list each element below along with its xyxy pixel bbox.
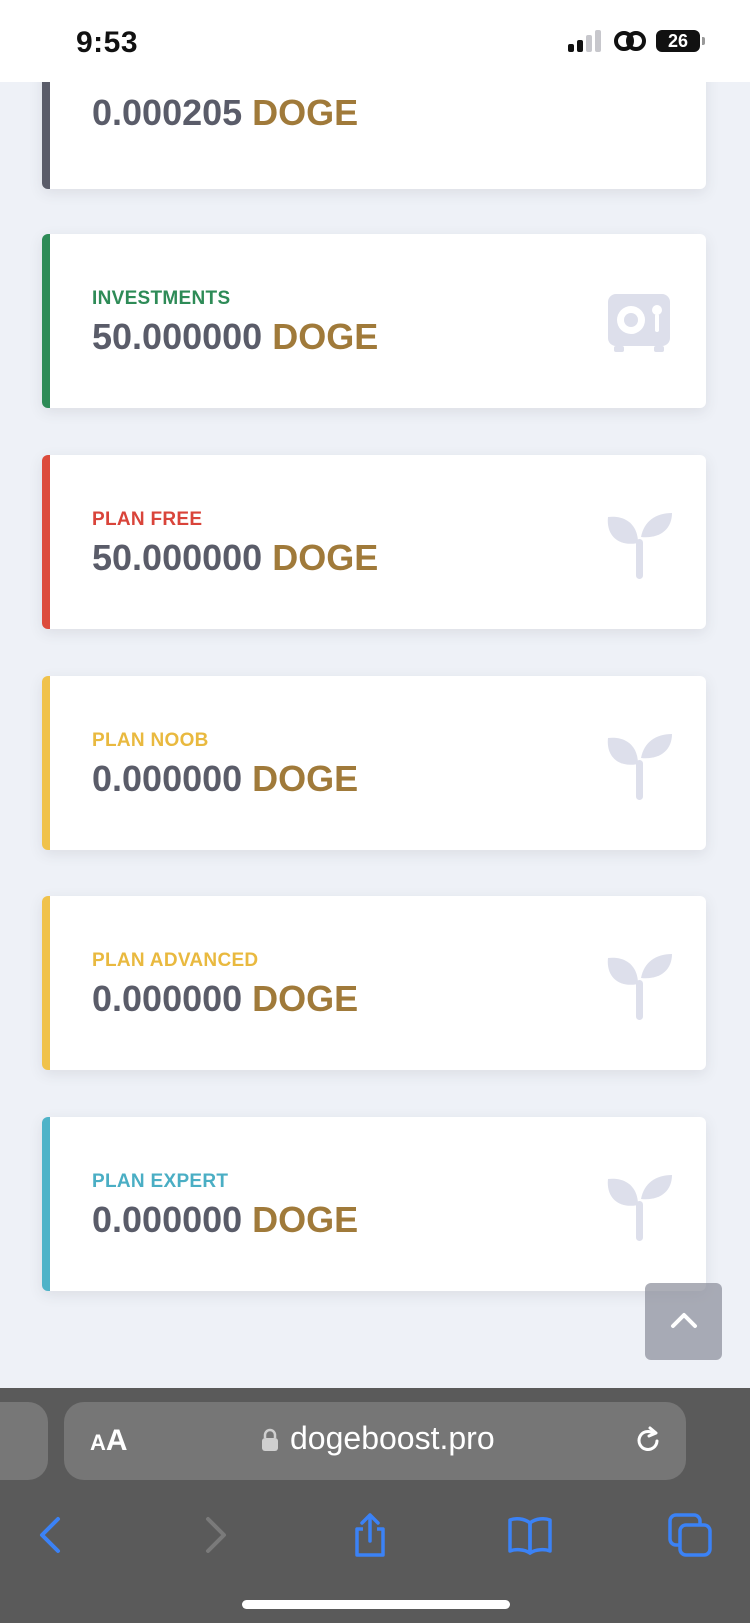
- browser-toolbar: AA dogeboost.pro: [0, 1388, 750, 1623]
- status-time: 9:53: [76, 26, 139, 59]
- currency: DOGE: [252, 1199, 359, 1240]
- address-bar[interactable]: AA dogeboost.pro: [64, 1402, 686, 1480]
- amount: 0.000205: [92, 92, 243, 133]
- plan-expert-value: 0.000000 DOGE: [92, 1199, 358, 1241]
- plan-advanced-value: 0.000000 DOGE: [92, 978, 358, 1020]
- amount: 0.000000: [92, 1199, 243, 1240]
- link-icon: [614, 31, 646, 51]
- card-label: PLAN EXPERT: [92, 1171, 229, 1192]
- plan-expert-card: PLAN EXPERT 0.000000 DOGE: [42, 1117, 706, 1291]
- currency: DOGE: [252, 758, 359, 799]
- seedling-icon: [607, 1175, 672, 1241]
- vault-icon: [608, 294, 670, 352]
- card-label: INVESTMENTS: [92, 288, 231, 309]
- book-icon[interactable]: [506, 1511, 554, 1559]
- chevron-up-icon: [671, 1313, 697, 1328]
- currency: DOGE: [272, 537, 379, 578]
- currency: DOGE: [252, 92, 359, 133]
- currency: DOGE: [272, 316, 379, 357]
- card-label: PLAN ADVANCED: [92, 950, 259, 971]
- url-text: dogeboost.pro: [290, 1420, 495, 1456]
- reload-icon[interactable]: [632, 1424, 664, 1456]
- chevron-left-icon[interactable]: [28, 1511, 76, 1559]
- investments-value: 50.000000 DOGE: [92, 316, 378, 358]
- lock-icon: [262, 1428, 278, 1451]
- plan-noob-card: PLAN NOOB 0.000000 DOGE: [42, 676, 706, 850]
- chevron-right-icon[interactable]: [190, 1511, 238, 1559]
- scroll-to-top-button[interactable]: [645, 1283, 722, 1360]
- plan-free-value: 50.000000 DOGE: [92, 537, 378, 579]
- balance-value: 0.000205 DOGE: [92, 92, 358, 134]
- plan-noob-value: 0.000000 DOGE: [92, 758, 358, 800]
- plan-advanced-card: PLAN ADVANCED 0.000000 DOGE: [42, 896, 706, 1070]
- share-icon[interactable]: [346, 1511, 394, 1559]
- previous-tab-preview[interactable]: [0, 1402, 48, 1480]
- card-label: PLAN NOOB: [92, 730, 209, 751]
- seedling-icon: [607, 734, 672, 800]
- investments-card: INVESTMENTS 50.000000 DOGE: [42, 234, 706, 408]
- tabs-icon[interactable]: [666, 1511, 714, 1559]
- home-indicator: [242, 1600, 510, 1609]
- battery-icon: 26: [656, 30, 705, 52]
- plan-free-card: PLAN FREE 50.000000 DOGE: [42, 455, 706, 629]
- signal-icon: [568, 30, 604, 52]
- amount: 50.000000: [92, 537, 263, 578]
- browser-nav-row: [0, 1503, 750, 1573]
- seedling-icon: [607, 954, 672, 1020]
- amount: 0.000000: [92, 758, 243, 799]
- seedling-icon: [607, 513, 672, 579]
- amount: 0.000000: [92, 978, 243, 1019]
- status-bar: 9:53 26: [0, 0, 750, 82]
- card-label: PLAN FREE: [92, 509, 203, 530]
- reader-settings-button[interactable]: AA: [90, 1424, 128, 1458]
- currency: DOGE: [252, 978, 359, 1019]
- amount: 50.000000: [92, 316, 263, 357]
